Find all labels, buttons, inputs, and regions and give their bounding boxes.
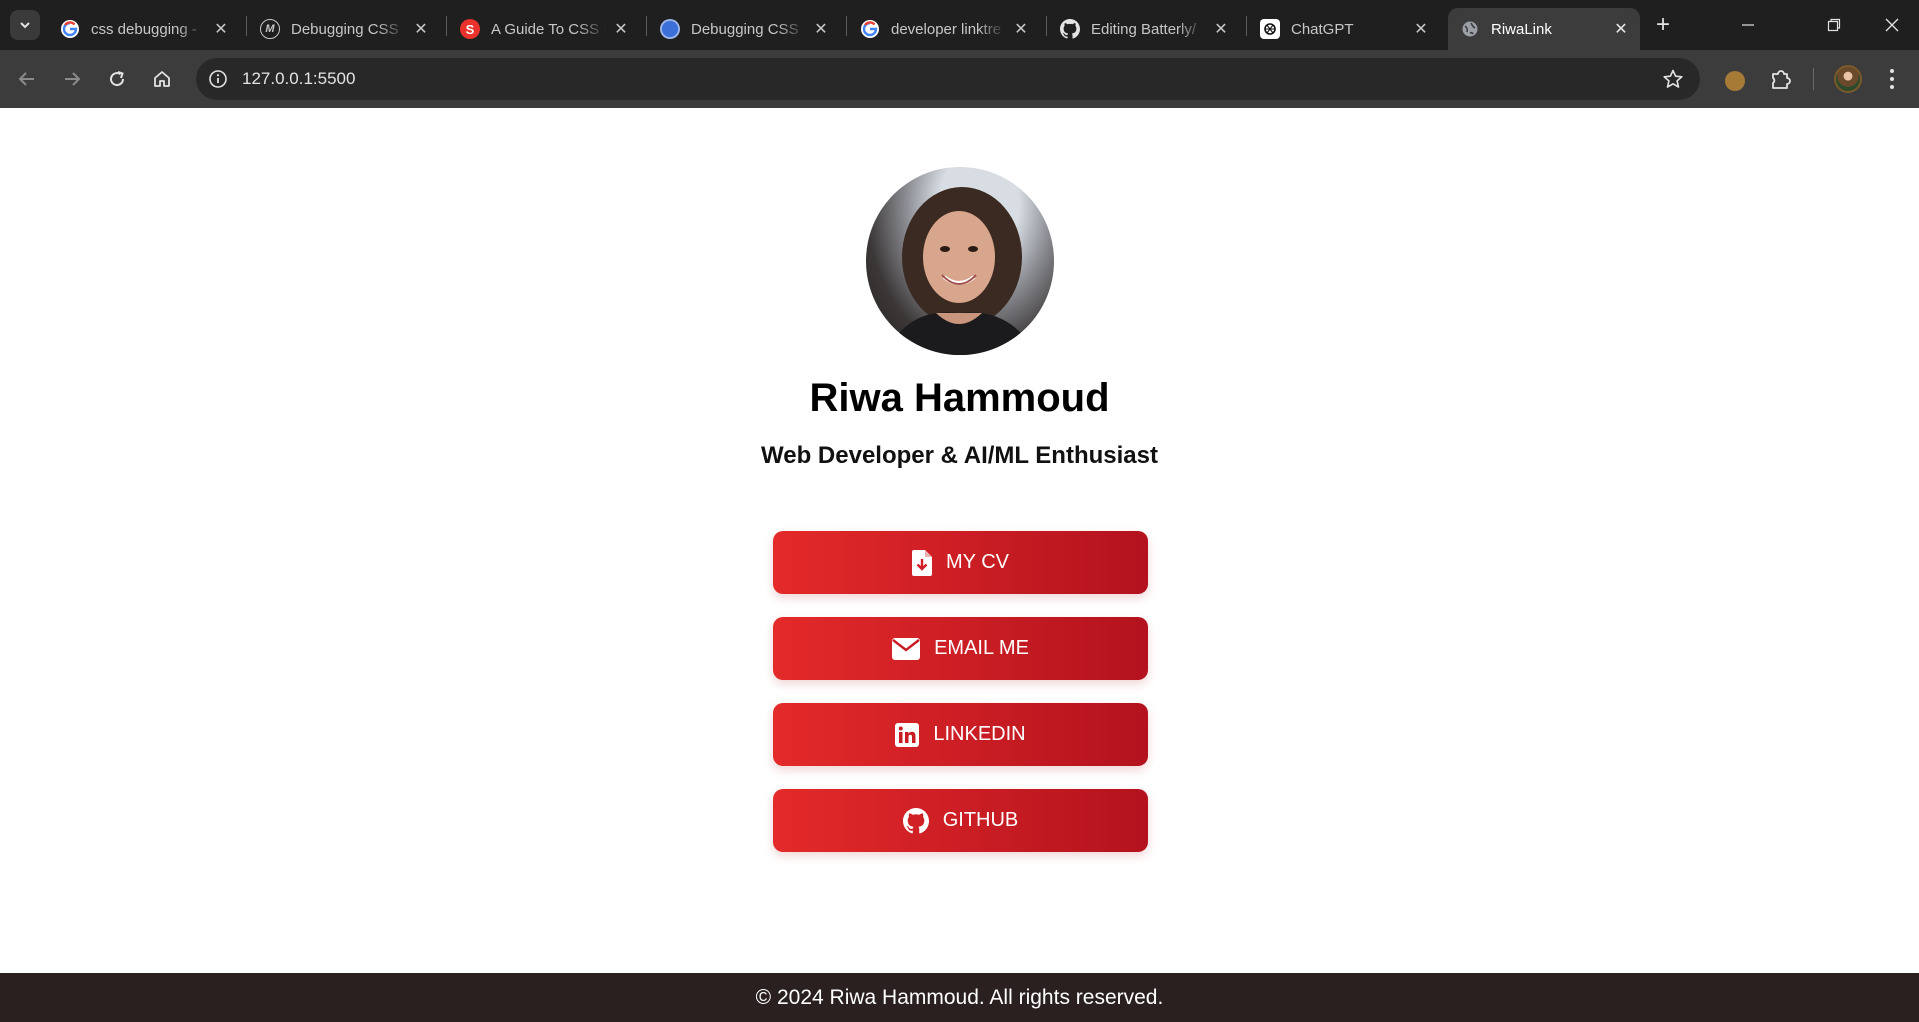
home-icon bbox=[154, 71, 170, 87]
medium-icon: M bbox=[260, 19, 280, 39]
google-icon bbox=[60, 19, 80, 39]
tab-title: A Guide To CSS D bbox=[491, 20, 606, 38]
tab-strip: css debugging - ✕ M Debugging CSS ✕ S A … bbox=[0, 0, 1919, 50]
tab-title: developer linktre bbox=[891, 20, 1002, 38]
tab-search-button[interactable] bbox=[10, 10, 40, 40]
chatgpt-icon bbox=[1260, 19, 1280, 39]
page-content: Riwa Hammoud Web Developer & AI/ML Enthu… bbox=[0, 108, 1919, 973]
close-window-icon bbox=[1885, 18, 1899, 32]
browser-tab-active[interactable]: RiwaLink ✕ bbox=[1448, 8, 1640, 50]
back-button[interactable] bbox=[11, 63, 43, 95]
bookmark-star-icon[interactable] bbox=[1662, 68, 1684, 90]
cv-link-button[interactable]: MY CV bbox=[773, 531, 1148, 594]
browser-tab[interactable]: css debugging - ✕ bbox=[48, 8, 240, 50]
linkedin-link-button[interactable]: LINKEDIN bbox=[773, 703, 1148, 766]
tab-title: Editing Batterly/ bbox=[1091, 20, 1197, 38]
site-info-icon[interactable] bbox=[208, 69, 228, 89]
restore-icon bbox=[1827, 18, 1841, 32]
minimize-icon bbox=[1742, 24, 1754, 26]
close-icon[interactable]: ✕ bbox=[412, 19, 430, 39]
google-icon bbox=[860, 19, 880, 39]
copyright-text: © 2024 Riwa Hammoud. All rights reserved… bbox=[755, 985, 1164, 1009]
tab-divider bbox=[246, 16, 247, 36]
browser-tab[interactable]: S A Guide To CSS D ✕ bbox=[448, 8, 640, 50]
link-list: MY CV EMAIL ME LINKEDIN GITHUB bbox=[773, 531, 1148, 875]
browser-tab[interactable]: developer linktre ✕ bbox=[848, 8, 1040, 50]
profile-avatar[interactable] bbox=[1834, 65, 1862, 93]
toolbar-divider bbox=[1813, 68, 1814, 90]
profile-subtitle: Web Developer & AI/ML Enthusiast bbox=[761, 442, 1158, 469]
puzzle-icon[interactable] bbox=[1768, 66, 1794, 92]
arrow-right-icon bbox=[65, 72, 81, 86]
globe-blue-icon bbox=[660, 19, 680, 39]
email-link-label: EMAIL ME bbox=[934, 637, 1029, 659]
reload-button[interactable] bbox=[101, 63, 133, 95]
close-icon[interactable]: ✕ bbox=[212, 19, 230, 39]
extension-icon[interactable] bbox=[1725, 71, 1745, 91]
envelope-icon bbox=[892, 637, 921, 660]
close-icon[interactable]: ✕ bbox=[1012, 19, 1030, 39]
tab-divider bbox=[1246, 16, 1247, 36]
tab-divider bbox=[646, 16, 647, 36]
github-link-button[interactable]: GITHUB bbox=[773, 789, 1148, 852]
profile-name: Riwa Hammoud bbox=[809, 376, 1110, 420]
new-tab-button[interactable]: + bbox=[1650, 12, 1676, 38]
close-icon[interactable]: ✕ bbox=[1412, 19, 1430, 39]
arrow-left-icon bbox=[18, 72, 34, 86]
tab-title: RiwaLink bbox=[1491, 20, 1552, 38]
browser-tab[interactable]: ChatGPT ✕ bbox=[1248, 8, 1440, 50]
close-icon[interactable]: ✕ bbox=[1212, 19, 1230, 39]
home-button[interactable] bbox=[146, 63, 178, 95]
minimize-button[interactable] bbox=[1728, 10, 1768, 40]
address-text: 127.0.0.1:5500 bbox=[242, 69, 356, 88]
browser-toolbar: 127.0.0.1:5500 bbox=[0, 50, 1919, 108]
tab-divider bbox=[446, 16, 447, 36]
tab-divider bbox=[846, 16, 847, 36]
tab-title: Debugging CSS bbox=[691, 20, 799, 38]
smashing-icon: S bbox=[460, 19, 480, 39]
close-icon[interactable]: ✕ bbox=[1612, 19, 1630, 39]
close-icon[interactable]: ✕ bbox=[612, 19, 630, 39]
chevron-down-icon bbox=[20, 22, 30, 29]
more-menu-icon[interactable] bbox=[1880, 66, 1904, 92]
browser-tab[interactable]: M Debugging CSS ✕ bbox=[248, 8, 440, 50]
profile-photo bbox=[866, 167, 1054, 355]
linkedin-link-label: LINKEDIN bbox=[933, 723, 1026, 745]
forward-button[interactable] bbox=[56, 63, 88, 95]
github-icon bbox=[1060, 19, 1080, 39]
browser-tab[interactable]: Debugging CSS ✕ bbox=[648, 8, 840, 50]
email-link-button[interactable]: EMAIL ME bbox=[773, 617, 1148, 680]
tab-title: Debugging CSS bbox=[291, 20, 399, 38]
tab-title: ChatGPT bbox=[1291, 20, 1354, 38]
linkedin-icon bbox=[895, 722, 920, 747]
cv-link-label: MY CV bbox=[946, 551, 1009, 573]
restore-button[interactable] bbox=[1814, 10, 1854, 40]
tab-title: css debugging - bbox=[91, 20, 197, 38]
browser-tab[interactable]: Editing Batterly/ ✕ bbox=[1048, 8, 1240, 50]
page-footer: © 2024 Riwa Hammoud. All rights reserved… bbox=[0, 973, 1919, 1022]
github-link-label: GITHUB bbox=[942, 809, 1019, 831]
close-window-button[interactable] bbox=[1872, 10, 1912, 40]
address-bar[interactable]: 127.0.0.1:5500 bbox=[196, 58, 1700, 100]
tab-divider bbox=[1046, 16, 1047, 36]
close-icon[interactable]: ✕ bbox=[812, 19, 830, 39]
github-icon bbox=[902, 807, 929, 834]
file-download-icon bbox=[912, 549, 932, 576]
globe-icon bbox=[1460, 19, 1480, 39]
reload-icon bbox=[110, 71, 125, 87]
